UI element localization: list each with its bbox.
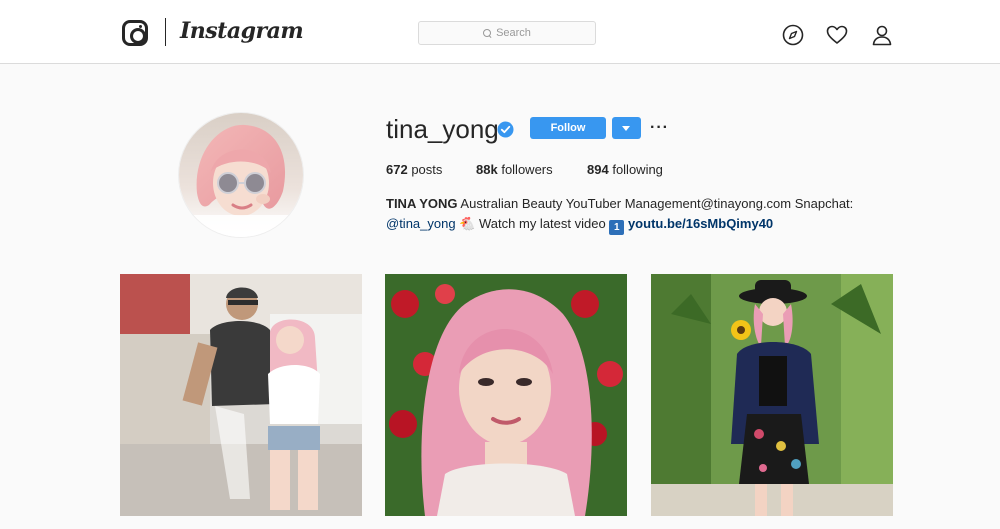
bio-external-link[interactable]: youtu.be/16sMbQimy40: [628, 216, 773, 231]
post-thumbnail[interactable]: [120, 274, 362, 516]
search-input[interactable]: Search: [418, 21, 596, 45]
bio-video-text: Watch my latest video: [479, 216, 606, 231]
bio-line-1: TINA YONG Australian Beauty YouTuber Man…: [386, 196, 853, 211]
verified-badge-icon: [497, 121, 514, 138]
posts-count: 672 posts: [386, 162, 442, 177]
follow-button[interactable]: Follow: [530, 117, 606, 139]
search-placeholder: Search: [496, 27, 531, 39]
chicken-emoji-icon: 🐔: [459, 216, 476, 231]
profile-username: tina_yong: [386, 114, 499, 144]
posts-count-label: posts: [411, 162, 443, 177]
followers-count-value: 88k: [476, 162, 498, 177]
profile-avatar[interactable]: [178, 112, 304, 238]
search-icon: [483, 28, 492, 38]
instagram-camera-icon[interactable]: [122, 20, 148, 46]
followers-count-label: followers: [501, 162, 553, 177]
followers-count[interactable]: 88k followers: [476, 162, 553, 177]
post-thumbnail[interactable]: [651, 274, 893, 516]
logo-divider: [165, 18, 166, 46]
bio-text: Australian Beauty YouTuber Management@ti…: [460, 196, 854, 211]
person-icon[interactable]: [871, 24, 893, 46]
top-navigation-bar: Instagram Search: [0, 0, 1000, 64]
chevron-down-icon[interactable]: [612, 117, 641, 139]
bio-line-2: @tina_yong 🐔 Watch my latest video 1 you…: [386, 216, 773, 235]
post-thumbnail[interactable]: [385, 274, 627, 516]
following-count-value: 894: [587, 162, 609, 177]
compass-icon[interactable]: [782, 24, 804, 46]
keycap-one-emoji-icon: 1: [609, 220, 625, 235]
posts-count-value: 672: [386, 162, 408, 177]
bio-full-name: TINA YONG: [386, 196, 458, 211]
heart-icon[interactable]: [826, 24, 848, 46]
bio-mention-link[interactable]: @tina_yong: [386, 216, 456, 231]
following-count[interactable]: 894 following: [587, 162, 663, 177]
following-count-label: following: [612, 162, 663, 177]
instagram-wordmark[interactable]: Instagram: [180, 18, 304, 44]
more-options-icon[interactable]: ···: [650, 119, 669, 137]
